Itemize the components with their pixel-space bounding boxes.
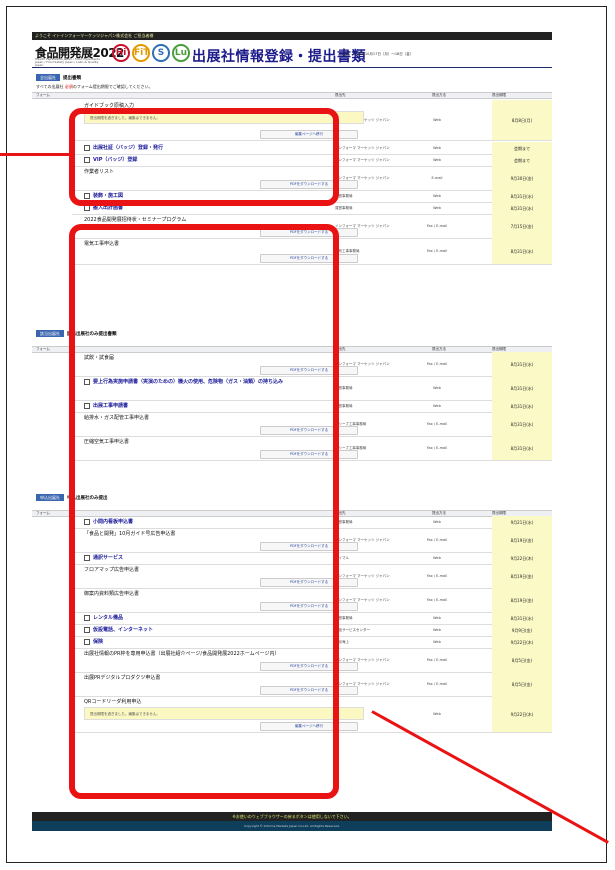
submit-to: 運営事務局 (335, 386, 353, 390)
due-date: 8月31日(水) (510, 362, 534, 367)
submit-method: Fax / E-mail (426, 422, 448, 426)
submit-method: Fax / E-mail (426, 224, 448, 228)
submit-method: Web (433, 520, 441, 524)
due-date: 8月5日(金) (511, 682, 533, 687)
copyright: Copyright © Informa Markets Japan Co.Ltd… (32, 821, 552, 831)
due-date: 8月19日(金) (510, 574, 534, 579)
submit-method: Web (433, 146, 441, 150)
submit-method: Web (433, 628, 441, 632)
due-date: 8月31日(水) (510, 404, 534, 409)
submit-method: E-mail (431, 176, 443, 180)
due-date: 8月31日(水) (510, 386, 534, 391)
due-date: 8月19日(金) (510, 598, 534, 603)
submit-method: Fax / E-mail (426, 362, 448, 366)
submit-to: インフォーマ マーケッツ ジャパン (335, 146, 390, 150)
submit-method: Web (433, 640, 441, 644)
submit-method: Fax / E-mail (426, 658, 448, 662)
submit-method: Fax / E-mail (426, 446, 448, 450)
submit-to: 運営事務局 (335, 194, 353, 198)
submit-method: Web (433, 206, 441, 210)
due-date: 8月5日(金) (511, 658, 533, 663)
annotation-box-main (69, 224, 339, 799)
due-date: 8月31日(水) (510, 422, 534, 427)
due-date: 7月15日(金) (510, 224, 534, 229)
submit-method: Web (433, 556, 441, 560)
submit-to: 運営事務局 (335, 520, 353, 524)
due-date: 8月31日(水) (510, 249, 534, 254)
table-header: フォーム 提出先 提出方法 提出期限 (32, 92, 552, 99)
section-all-header: 全出展社 提出書類 (36, 74, 81, 81)
due-date: 9月21日(水) (510, 520, 534, 525)
due-date: 8月19日(金) (510, 538, 534, 543)
submit-method: Web (433, 194, 441, 198)
due-date: 会期まで (514, 146, 530, 151)
form-name: 2022食品開発展招待状・セミナープログラム (84, 216, 354, 223)
submit-method: Fax / E-mail (426, 574, 448, 578)
event-date: 会期：2022年10月17日（月）〜18日（金） (342, 52, 414, 56)
due-date: 8月8日(月) (511, 118, 533, 123)
submit-to: 運営事務局 (335, 404, 353, 408)
submit-method: Fax / E-mail (426, 682, 448, 686)
submit-to: インフォーマ マーケッツ ジャパン (335, 158, 390, 162)
lu-logo: Lu (172, 44, 190, 62)
submit-method: Fax / E-mail (426, 249, 448, 253)
form-name-text: 2022食品開発展招待状・セミナープログラム (84, 217, 187, 223)
due-date: 8月31日(水) (510, 446, 534, 451)
submit-method: Web (433, 712, 441, 716)
submit-to: 運営事務局 (335, 616, 353, 620)
due-date: 8月31日(水) (510, 194, 534, 199)
section-tag: 該当出展社 (36, 330, 64, 337)
section-title: 提出書類 (63, 76, 81, 81)
logo-subtitle: Health ingredients Japan / Food ingredie… (35, 57, 100, 67)
due-date: 9月30日(金) (510, 176, 534, 181)
header: 食品開発展2022 Health ingredients Japan / Foo… (32, 42, 552, 67)
due-date: 会期まで (514, 158, 530, 163)
section-tag: 申込出展社 (36, 494, 64, 501)
browser-back-warning: ※お使いのウェブブラウザーの戻るボタンは使用しないで下さい。 (32, 812, 552, 821)
submit-method: Web (433, 386, 441, 390)
section-note: すべての出展社 必須のフォーム提出期限でご確認してください。 (36, 84, 153, 89)
submit-to: 東京海上 (335, 640, 349, 644)
hi-logo: Hi (112, 44, 130, 62)
due-date: 8月31日(水) (510, 206, 534, 211)
submit-method: Fax / E-mail (426, 598, 448, 602)
due-date: 9月9日(金) (511, 628, 533, 633)
submit-method: Web (433, 616, 441, 620)
s-logo: S (152, 44, 170, 62)
header-divider (32, 67, 552, 68)
welcome-bar: ようこそ イトインフォーマーケッツジャパン株式会社 ご担当者様 (32, 32, 552, 40)
submit-method: Web (433, 118, 441, 122)
annotation-box-top (69, 108, 339, 206)
due-date: 9月22日(木) (510, 556, 534, 561)
due-date: 9月22日(木) (510, 640, 534, 645)
fit-logo: FiT (132, 44, 150, 62)
submit-to: 電話サービスセンター (335, 628, 370, 632)
submit-to: サイマル (335, 556, 349, 560)
annotation-line-left (0, 153, 71, 156)
page-title: 出展社情報登録・提出書類 (192, 49, 366, 65)
submit-method: Web (433, 158, 441, 162)
due-date: 9月22日(木) (510, 712, 534, 717)
submit-method: Fax / E-mail (426, 538, 448, 542)
submit-to: 運営事務局 (335, 206, 353, 210)
due-date: 8月31日(水) (510, 616, 534, 621)
submit-method: Web (433, 404, 441, 408)
section-tag: 全出展社 (36, 74, 60, 81)
